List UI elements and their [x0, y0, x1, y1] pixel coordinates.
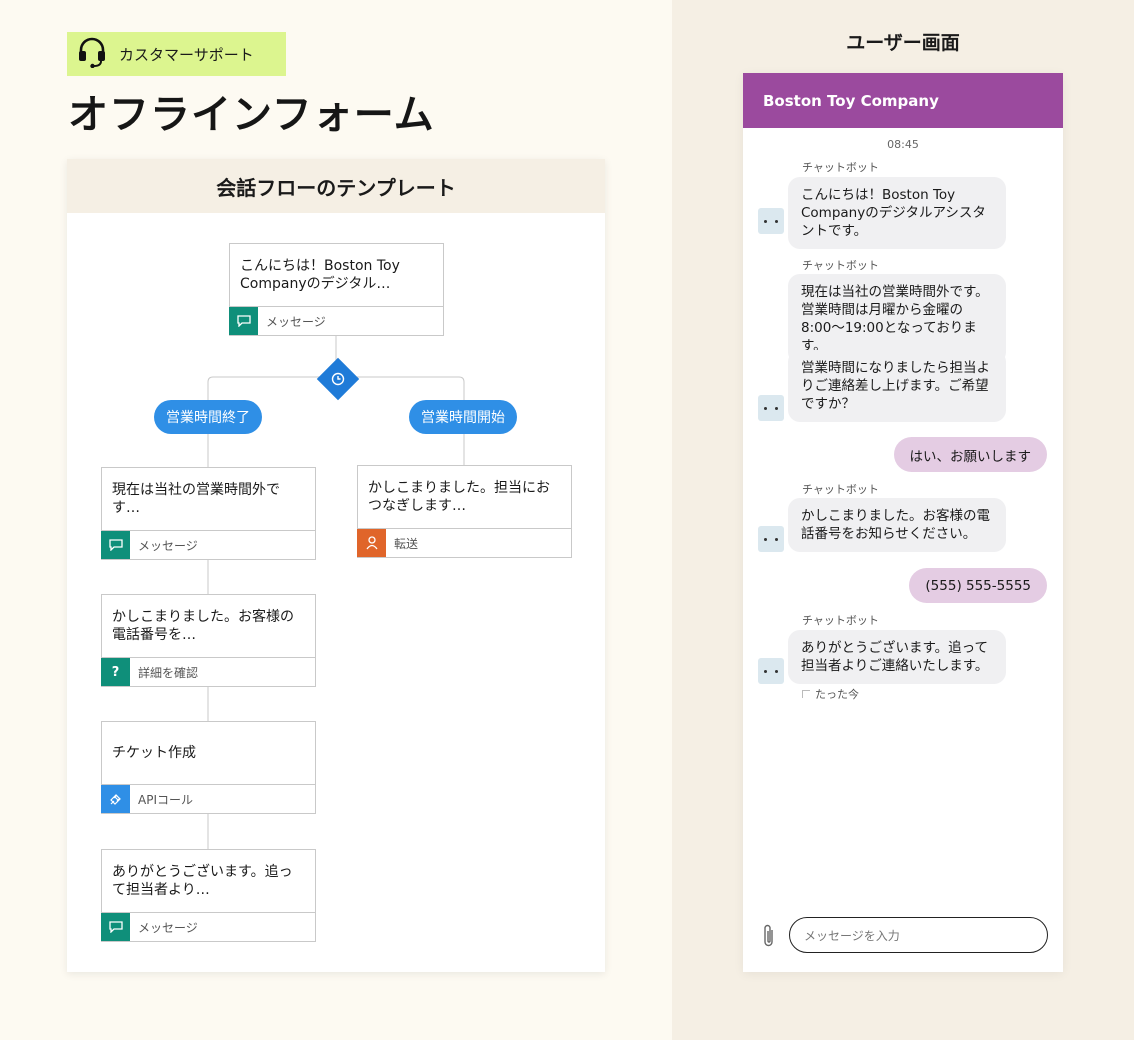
flow-node-thanks[interactable]: ありがとうございます。追って担当者より… メッセージ	[101, 849, 316, 942]
message-icon	[229, 307, 258, 335]
bot-message: かしこまりました。お客様の電話番号をお知らせください。	[788, 498, 1006, 552]
message-status: たった今	[802, 686, 859, 702]
node-type-label: 詳細を確認	[138, 665, 199, 680]
user-message: はい、お願いします	[893, 437, 1047, 472]
paperclip-icon[interactable]	[760, 923, 778, 949]
bot-message: こんにちは！Boston Toy Companyのデジタルアシスタントです。	[788, 177, 1006, 249]
clock-icon	[327, 368, 349, 390]
person-icon	[357, 529, 386, 557]
node-type-label: 転送	[394, 536, 419, 551]
node-type-label: APIコール	[138, 792, 193, 807]
flow-node-confirm-details[interactable]: かしこまりました。お客様の電話番号を… ? 詳細を確認	[101, 594, 316, 687]
page-title: オフラインフォーム	[68, 92, 435, 138]
sender-name: チャットボット	[802, 259, 879, 272]
bot-avatar-icon	[758, 208, 784, 234]
message-icon	[101, 913, 130, 941]
sender-name: チャットボット	[802, 614, 879, 627]
category-tag-label: カスタマーサポート	[119, 45, 254, 64]
node-text: かしこまりました。担当におつなぎします…	[358, 466, 571, 529]
user-screen-title: ユーザー画面	[846, 32, 960, 54]
chat-timestamp: 08:45	[887, 138, 919, 151]
flow-node-create-ticket[interactable]: チケット作成 APIコール	[101, 721, 316, 814]
category-tag: カスタマーサポート	[67, 32, 286, 76]
node-text: こんにちは！Boston Toy Companyのデジタル…	[230, 244, 443, 307]
message-status-text: たった今	[815, 688, 859, 701]
chat-header-company: Boston Toy Company	[743, 73, 1063, 128]
question-icon: ?	[101, 658, 130, 686]
flow-node-closed-message[interactable]: 現在は当社の営業時間外です… メッセージ	[101, 467, 316, 560]
branch-closed[interactable]: 営業時間終了	[154, 400, 262, 434]
headset-icon	[77, 36, 107, 72]
flow-node-transfer[interactable]: かしこまりました。担当におつなぎします… 転送	[357, 465, 572, 558]
sender-name: チャットボット	[802, 483, 879, 496]
sender-name: チャットボット	[802, 161, 879, 174]
chat-widget: Boston Toy Company 08:45 チャットボット こんにちは！B…	[743, 73, 1063, 972]
bot-message: 営業時間になりましたら担当よりご連絡差し上げます。ご希望ですか？	[788, 350, 1006, 422]
read-receipt-icon	[802, 690, 810, 698]
user-message: (555) 555-5555	[909, 568, 1047, 603]
bot-avatar-icon	[758, 395, 784, 421]
message-input[interactable]: メッセージを入力	[789, 917, 1048, 953]
node-text: かしこまりました。お客様の電話番号を…	[102, 595, 315, 658]
node-type-label: メッセージ	[138, 920, 198, 935]
node-type-label: メッセージ	[266, 314, 326, 329]
branch-open[interactable]: 営業時間開始	[409, 400, 517, 434]
flow-template-card: 会話フローのテンプレート こんにちは！Boston Toy Companyのデジ…	[67, 159, 605, 972]
node-type-label: メッセージ	[138, 538, 198, 553]
flow-diagram: こんにちは！Boston Toy Companyのデジタル… メッセージ 営業時…	[67, 159, 605, 972]
message-icon	[101, 531, 130, 559]
flow-node-greeting[interactable]: こんにちは！Boston Toy Companyのデジタル… メッセージ	[229, 243, 444, 336]
plug-icon	[101, 785, 130, 813]
bot-avatar-icon	[758, 658, 784, 684]
bot-message: ありがとうございます。追って担当者よりご連絡いたします。	[788, 630, 1006, 684]
node-text: ありがとうございます。追って担当者より…	[102, 850, 315, 913]
node-text: 現在は当社の営業時間外です…	[102, 468, 315, 531]
node-text: チケット作成	[102, 722, 315, 785]
bot-avatar-icon	[758, 526, 784, 552]
